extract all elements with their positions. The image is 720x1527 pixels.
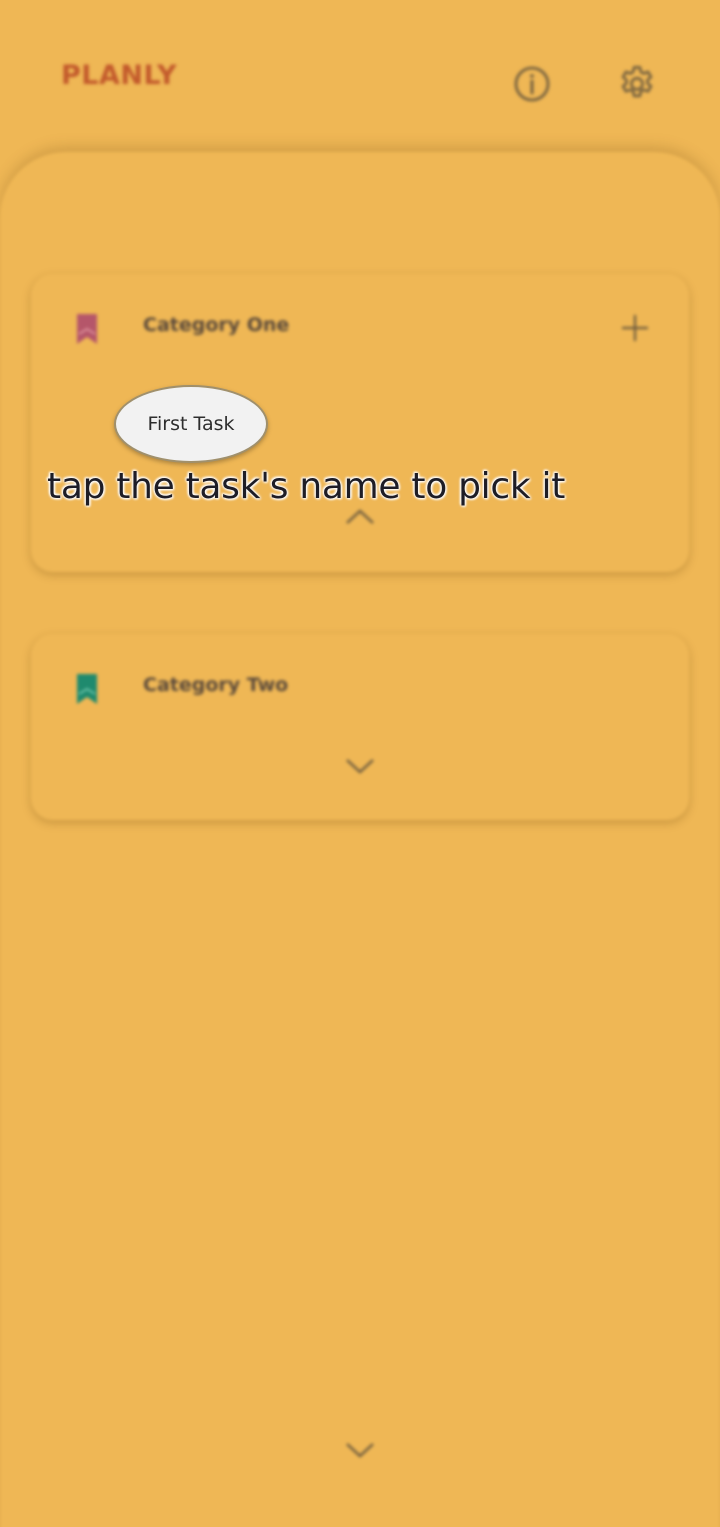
bookmark-icon [77, 314, 97, 344]
tutorial-hint: tap the task's name to pick it [47, 466, 566, 507]
chevron-down-icon[interactable] [344, 756, 376, 776]
plus-icon[interactable] [619, 312, 651, 344]
app-screen: PLANLY Category One Category Two First T… [0, 0, 720, 1527]
category-title[interactable]: Category Two [143, 674, 288, 696]
chevron-up-icon[interactable] [344, 506, 376, 526]
chevron-down-icon[interactable] [344, 1440, 376, 1460]
settings-button[interactable] [615, 62, 659, 106]
info-button[interactable] [510, 62, 554, 106]
app-logo: PLANLY [61, 60, 178, 91]
bookmark-icon [77, 674, 97, 704]
top-bar: PLANLY [0, 0, 720, 170]
category-title[interactable]: Category One [143, 314, 289, 336]
task-chip[interactable]: First Task [114, 385, 268, 463]
category-card: Category Two [31, 634, 689, 820]
blurred-background-layer: PLANLY Category One Category Two [0, 0, 720, 1527]
gear-icon [621, 66, 653, 98]
info-icon [514, 66, 550, 102]
